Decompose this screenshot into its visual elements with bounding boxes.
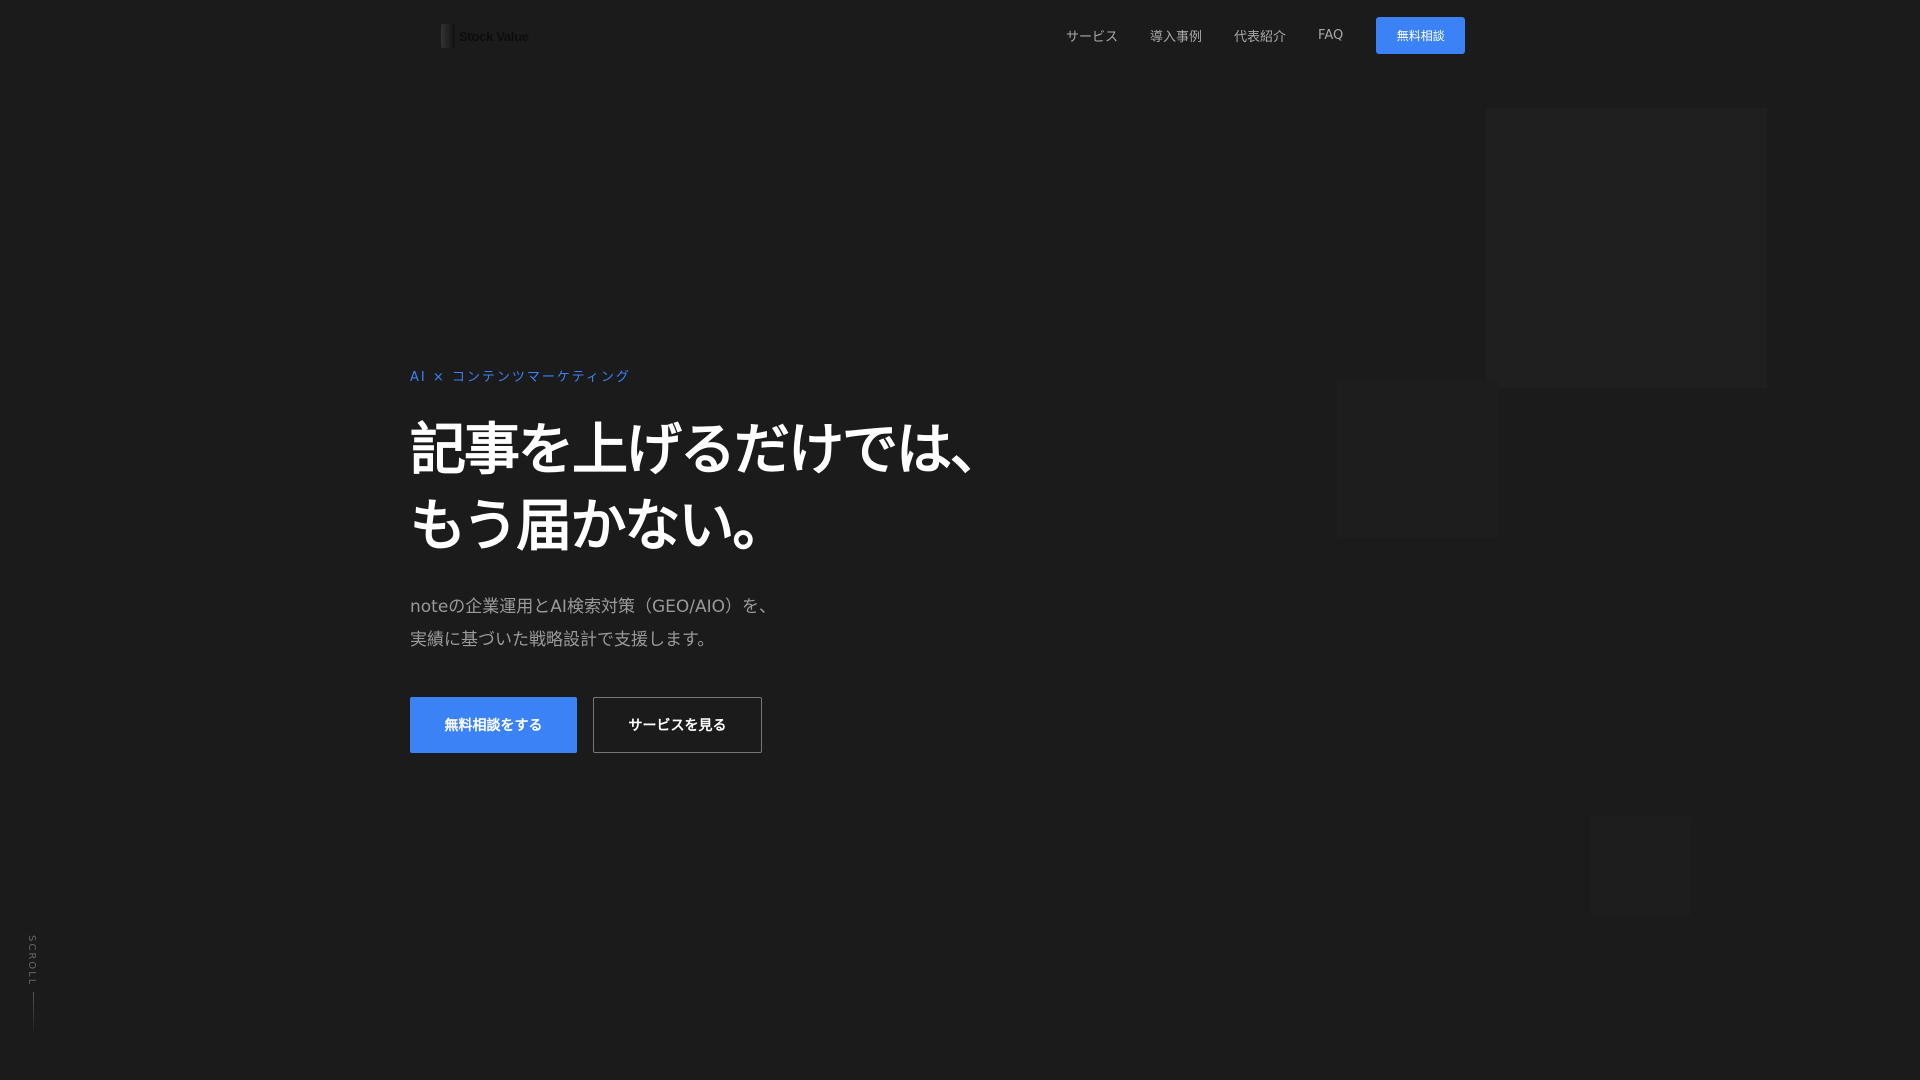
hero-actions: 無料相談をする サービスを見る [410,697,1004,753]
hero-tagline: AI × コンテンツマーケティング [410,370,631,385]
nav-representative[interactable]: 代表紹介 [1234,26,1286,45]
hero-section: AI × コンテンツマーケティング 記事を上げるだけでは、 もう届かない。 no… [410,366,1006,753]
hero-title-line: もう届かない。 [410,494,788,559]
view-services-button[interactable]: サービスを見る [593,697,762,753]
scroll-indicator: SCROLL [26,935,37,987]
hero-description-line: 実績に基づいた戦略設計で支援します。 [410,630,715,650]
main-nav: サービス 導入事例 代表紹介 FAQ 無料相談 [1066,17,1466,54]
logo-text: Stock Value [459,28,529,44]
hero-description: noteの企業運用とAI検索対策（GEO/AIO）を、 実績に基づいた戦略設計で… [410,591,1004,657]
consult-button[interactable]: 無料相談をする [410,697,577,753]
hero-description-line: noteの企業運用とAI検索対策（GEO/AIO）を、 [410,597,776,617]
hero-title-line: 記事を上げるだけでは、 [410,418,1006,483]
free-consultation-button[interactable]: 無料相談 [1376,17,1466,54]
nav-faq[interactable]: FAQ [1318,28,1343,43]
decorative-block [1590,817,1691,916]
site-header: Stock Value サービス 導入事例 代表紹介 FAQ 無料相談 [0,0,1920,72]
decorative-block [1486,108,1767,388]
hero-title: 記事を上げるだけでは、 もう届かない。 [410,413,1006,565]
nav-services[interactable]: サービス [1066,26,1118,45]
nav-cases[interactable]: 導入事例 [1150,26,1202,45]
decorative-block [1337,380,1499,538]
scroll-line [33,992,34,1036]
logo[interactable]: Stock Value [441,24,529,48]
logo-icon [441,24,455,48]
